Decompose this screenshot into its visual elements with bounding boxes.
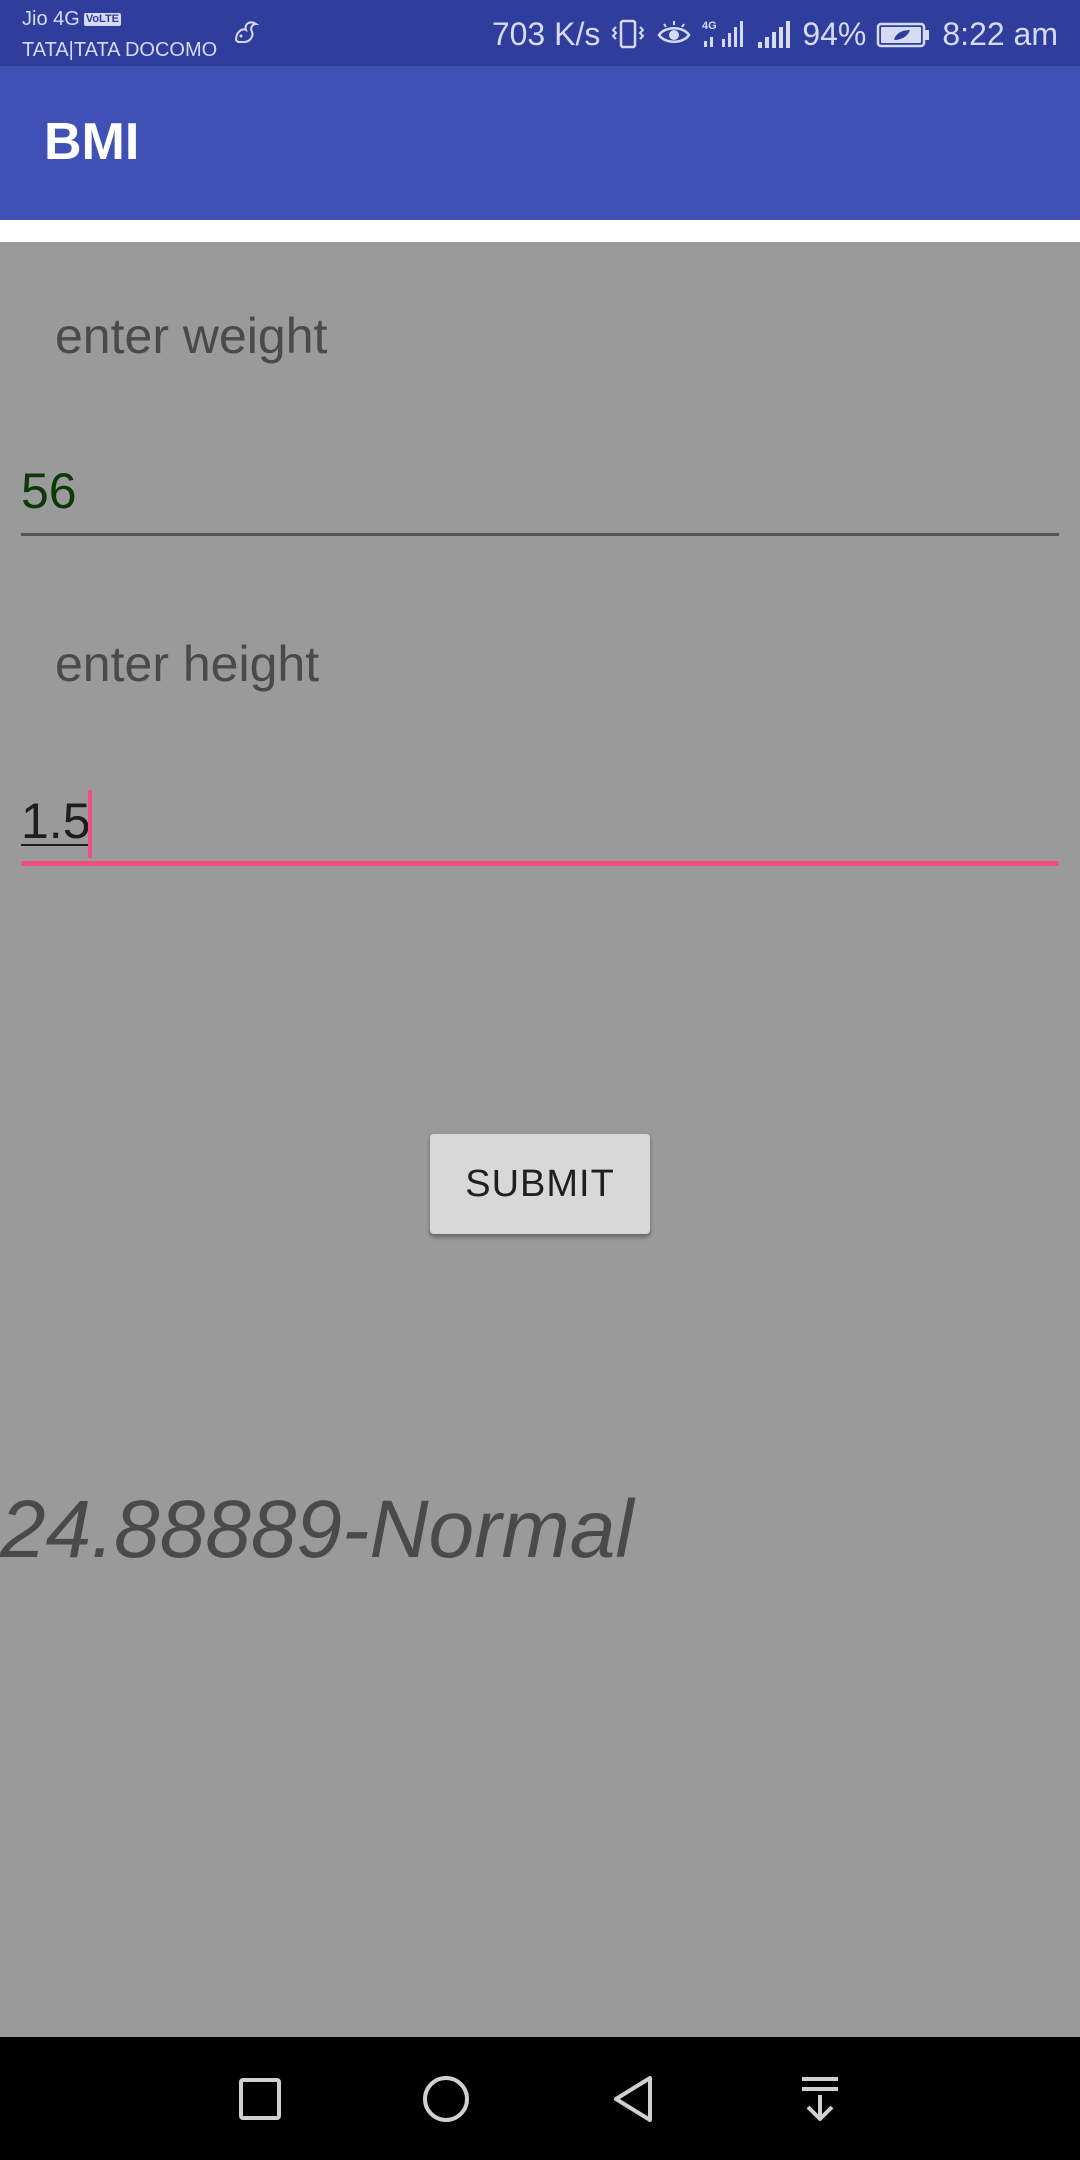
clock: 8:22 am [942, 15, 1058, 52]
weight-value: 56 [21, 463, 77, 519]
4g-signal-icon: 4G [702, 17, 746, 51]
carrier-primary-label: Jio 4G [22, 8, 80, 30]
signal-icon [756, 18, 792, 50]
navigation-bar [0, 2037, 1080, 2160]
divider-strip [0, 220, 1080, 242]
vibrate-icon [610, 18, 646, 50]
app-title: BMI [44, 113, 140, 171]
height-label: enter height [55, 636, 320, 692]
svg-text:4G: 4G [702, 20, 717, 32]
weight-input[interactable]: 56 [21, 456, 1059, 536]
battery-percent: 94% [802, 15, 867, 52]
height-value: 1.5 [21, 793, 91, 849]
network-speed: 703 K/s [491, 15, 601, 52]
notification-pulldown-icon[interactable] [780, 2059, 860, 2139]
home-circle-icon[interactable] [406, 2059, 486, 2139]
eye-comfort-icon [656, 18, 692, 50]
volte-badge: VoLTE [83, 12, 122, 26]
battery-icon [876, 18, 932, 50]
weight-label: enter weight [55, 308, 328, 364]
recents-square-icon[interactable] [220, 2059, 300, 2139]
status-right-group: 703 K/s 4G 94% 8:22 am [492, 12, 1058, 56]
squirrel-icon [230, 16, 262, 48]
status-bar: Jio 4G VoLTE TATA|TATA DOCOMO 703 K/s 4G… [0, 0, 1080, 66]
height-input-underline [21, 861, 1059, 866]
bmi-result: 24.88889-Normal [0, 1484, 634, 1575]
height-input[interactable]: 1.5 [21, 786, 1059, 866]
text-cursor [88, 790, 92, 858]
weight-input-underline [21, 533, 1059, 536]
back-triangle-icon[interactable] [594, 2059, 674, 2139]
app-bar: BMI [0, 66, 1080, 220]
carrier-secondary: TATA|TATA DOCOMO [22, 39, 218, 61]
carrier-primary: Jio 4G VoLTE [22, 7, 122, 31]
submit-button[interactable]: SUBMIT [430, 1134, 650, 1234]
